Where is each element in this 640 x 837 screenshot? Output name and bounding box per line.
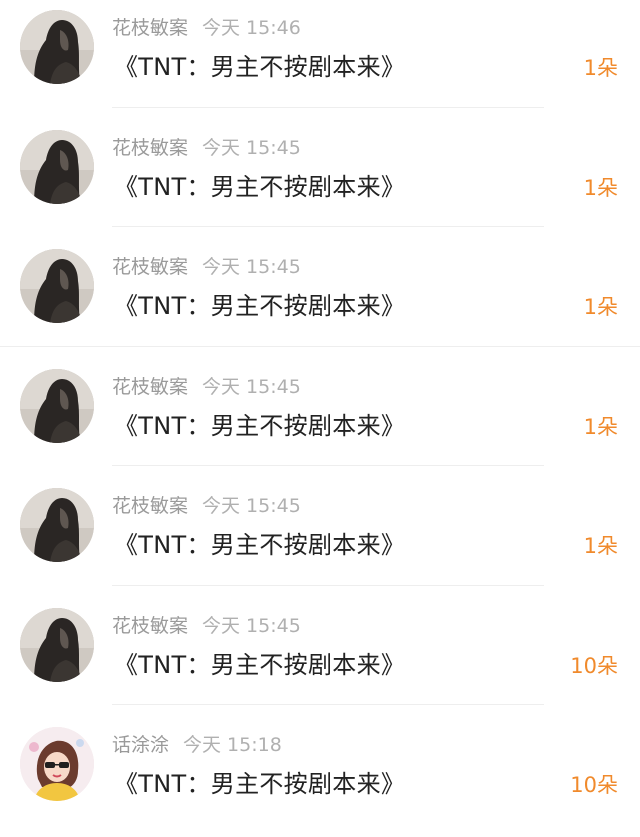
message-text[interactable]: 《TNT：男主不按剧本来》: [114, 769, 405, 799]
message-text[interactable]: 《TNT：男主不按剧本来》: [114, 172, 405, 202]
message-text[interactable]: 《TNT：男主不按剧本来》: [114, 530, 405, 560]
divider: [112, 584, 544, 586]
message-meta: 话涂涂 今天 15:18: [112, 733, 282, 757]
timestamp: 今天 15:45: [202, 256, 301, 278]
message-text[interactable]: 《TNT：男主不按剧本来》: [114, 52, 405, 82]
gift-count: 1朵: [583, 56, 618, 80]
gift-count: 10朵: [570, 773, 618, 797]
timestamp: 今天 15:45: [202, 136, 301, 159]
dark-hair-avatar-icon: [20, 488, 94, 562]
username[interactable]: 花枝敏案: [112, 495, 188, 517]
list-item[interactable]: 花枝敏案 今天 15:45 《TNT：男主不按剧本来》 1朵: [0, 359, 640, 479]
timestamp: 今天 15:45: [202, 495, 301, 517]
dark-hair-avatar-icon: [20, 607, 94, 682]
timestamp: 今天 15:45: [202, 614, 301, 637]
gift-count: 1朵: [583, 534, 618, 558]
list-item[interactable]: 花枝敏案 今天 15:45 《TNT：男主不按剧本来》 10朵: [0, 598, 640, 718]
gift-count: 1朵: [583, 175, 618, 200]
message-meta: 花枝敏案 今天 15:45: [112, 494, 301, 518]
username[interactable]: 花枝敏案: [112, 256, 188, 278]
message-text[interactable]: 《TNT：男主不按剧本来》: [114, 291, 405, 321]
list-item[interactable]: 花枝敏案 今天 15:45 《TNT：男主不按剧本来》 1朵: [0, 120, 640, 240]
illustrated-girl-avatar-icon: [20, 727, 94, 801]
avatar[interactable]: [20, 368, 94, 443]
username[interactable]: 花枝敏案: [112, 137, 188, 159]
gift-count: 10朵: [570, 653, 618, 678]
list-item[interactable]: 花枝敏案 今天 15:45 《TNT：男主不按剧本来》 1朵: [0, 478, 640, 598]
list-item[interactable]: 花枝敏案 今天 15:45 《TNT：男主不按剧本来》 1朵: [0, 239, 640, 359]
divider: [0, 345, 640, 347]
avatar[interactable]: [20, 129, 94, 204]
avatar[interactable]: [20, 488, 94, 562]
avatar[interactable]: [20, 727, 94, 801]
message-text[interactable]: 《TNT：男主不按剧本来》: [114, 411, 405, 441]
username[interactable]: 花枝敏案: [112, 615, 188, 637]
message-meta: 花枝敏案 今天 15:45: [112, 255, 301, 279]
message-meta: 花枝敏案 今天 15:46: [112, 16, 301, 40]
gift-count: 1朵: [583, 295, 618, 319]
divider: [112, 465, 544, 466]
avatar[interactable]: [20, 249, 94, 323]
avatar[interactable]: [20, 607, 94, 682]
dark-hair-avatar-icon: [20, 10, 94, 84]
dark-hair-avatar-icon: [20, 249, 94, 323]
timestamp: 今天 15:46: [202, 17, 301, 39]
dark-hair-avatar-icon: [20, 129, 94, 204]
divider: [112, 106, 544, 108]
gift-count: 1朵: [583, 414, 618, 439]
timestamp: 今天 15:45: [202, 375, 301, 398]
message-meta: 花枝敏案 今天 15:45: [112, 375, 301, 399]
username[interactable]: 花枝敏案: [112, 376, 188, 398]
list-item[interactable]: 话涂涂 今天 15:18 《TNT：男主不按剧本来》 10朵: [0, 717, 640, 837]
dark-hair-avatar-icon: [20, 368, 94, 443]
avatar[interactable]: [20, 10, 94, 84]
gift-message-list: 花枝敏案 今天 15:46 《TNT：男主不按剧本来》 1朵 花枝敏案 今天 15:…: [0, 0, 640, 837]
timestamp: 今天 15:18: [183, 734, 282, 756]
divider: [112, 704, 544, 705]
divider: [112, 226, 544, 227]
list-item[interactable]: 花枝敏案 今天 15:46 《TNT：男主不按剧本来》 1朵: [0, 0, 640, 120]
message-meta: 花枝敏案 今天 15:45: [112, 136, 301, 160]
username[interactable]: 花枝敏案: [112, 17, 188, 39]
username[interactable]: 话涂涂: [112, 734, 169, 756]
message-meta: 花枝敏案 今天 15:45: [112, 614, 301, 638]
message-text[interactable]: 《TNT：男主不按剧本来》: [114, 650, 405, 680]
